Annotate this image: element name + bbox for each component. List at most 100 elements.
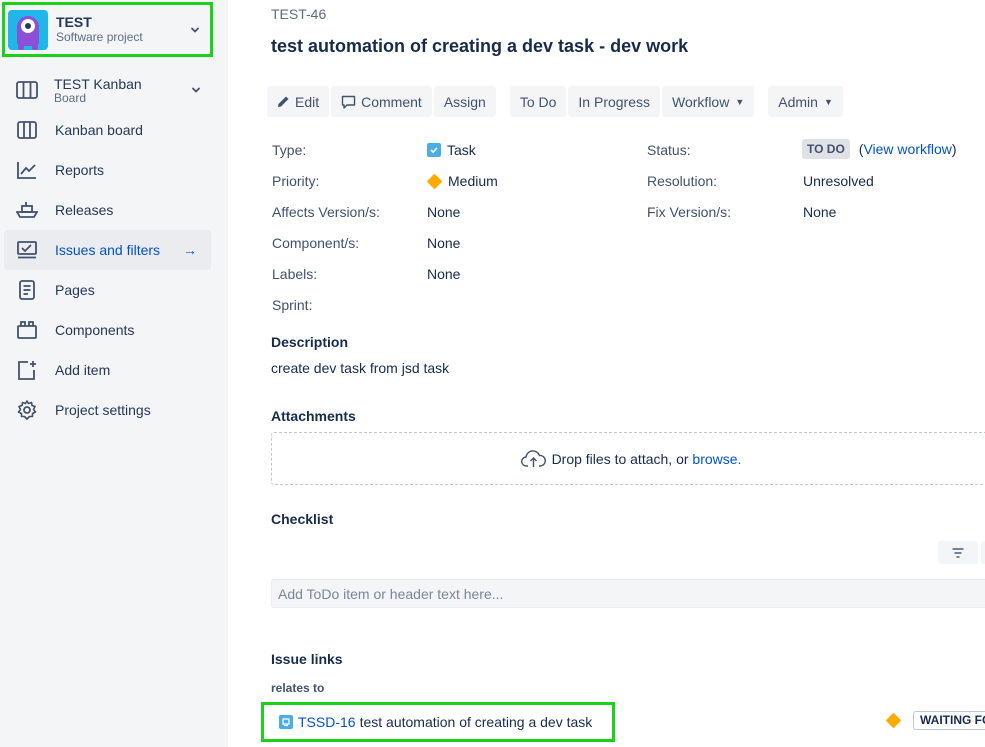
type-value: Task <box>427 140 476 160</box>
sidebar-item-label: Project settings <box>55 402 151 418</box>
priority-medium-icon <box>426 173 443 189</box>
service-request-icon <box>279 715 293 729</box>
sidebar-item-releases[interactable]: Releases <box>4 190 211 230</box>
sidebar-item-label: Kanban board <box>55 122 143 138</box>
status-value: TO DO (View workflow) <box>802 139 957 159</box>
resolution-value: Unresolved <box>803 173 874 189</box>
linked-issue-summary[interactable]: test automation of creating a dev task <box>360 714 593 730</box>
linked-issue-status-badge: WAITING FOR SUPPORT <box>913 711 985 730</box>
description-heading: Description <box>271 334 349 350</box>
gear-icon <box>16 399 38 421</box>
drop-text: Drop files to attach, or <box>551 450 689 467</box>
browse-link[interactable]: browse. <box>692 451 741 467</box>
edit-label: Edit <box>295 93 320 110</box>
board-switcher[interactable]: TEST Kanban Board <box>4 70 211 110</box>
cloud-upload-icon <box>520 449 546 468</box>
issues-icon <box>16 239 38 261</box>
checklist-add-input[interactable]: Add ToDo item or header text here... <box>271 579 985 608</box>
pages-icon <box>16 279 38 301</box>
sidebar-item-components[interactable]: Components <box>4 310 211 350</box>
in-progress-transition-button[interactable]: In Progress <box>568 86 661 117</box>
attachments-heading: Attachments <box>271 408 356 424</box>
resolution-label: Resolution: <box>647 173 718 189</box>
checklist-filter-button[interactable] <box>938 541 978 564</box>
status-badge: TO DO <box>802 139 850 159</box>
add-item-icon <box>16 359 38 381</box>
comment-button[interactable]: Comment <box>331 86 432 117</box>
sidebar-item-pages[interactable]: Pages <box>4 270 211 310</box>
sidebar-item-label: Components <box>55 322 135 338</box>
sidebar-item-label: Add item <box>55 362 111 378</box>
sidebar-item-issues-and-filters[interactable]: Issues and filters → <box>4 230 211 270</box>
type-text: Task <box>447 142 476 158</box>
link-relation-label: relates to <box>271 681 325 695</box>
components-icon <box>16 319 38 341</box>
project-name: TEST <box>56 14 92 30</box>
priority-value: Medium <box>426 171 498 191</box>
admin-dropdown[interactable]: Admin ▼ <box>768 86 843 117</box>
labels-value: None <box>427 266 461 282</box>
page-title: test automation of creating a dev task -… <box>271 36 689 56</box>
kanban-board-icon <box>16 119 38 141</box>
reports-icon <box>16 159 38 181</box>
comment-icon <box>341 95 356 109</box>
attachment-dropzone[interactable]: Drop files to attach, or browse. <box>271 432 985 485</box>
pencil-icon <box>277 95 290 108</box>
status-label: Status: <box>647 142 691 158</box>
edit-button[interactable]: Edit <box>267 86 330 117</box>
sidebar-item-kanban-board[interactable]: Kanban board <box>4 110 211 150</box>
type-label: Type: <box>272 142 307 158</box>
sidebar-item-project-settings[interactable]: Project settings <box>4 390 211 430</box>
task-icon <box>427 143 441 157</box>
admin-label: Admin <box>778 93 818 110</box>
linked-issue-key[interactable]: TSSD-16 <box>298 714 356 730</box>
workflow-dropdown[interactable]: Workflow ▼ <box>662 86 755 117</box>
priority-label: Priority: <box>272 173 320 189</box>
priority-medium-icon <box>885 712 902 729</box>
checklist-heading: Checklist <box>271 511 334 527</box>
sidebar-item-label: Releases <box>55 202 114 218</box>
releases-icon <box>16 199 38 221</box>
project-type: Software project <box>56 30 143 44</box>
sidebar: TEST Software project TEST Kanban Board … <box>0 0 228 747</box>
project-avatar <box>8 9 48 50</box>
filter-icon <box>952 547 964 558</box>
chevron-down-icon <box>191 27 199 33</box>
fix-version-label: Fix Version/s: <box>647 204 732 220</box>
sidebar-item-label: Issues and filters <box>55 242 161 258</box>
board-name: TEST Kanban <box>54 75 142 92</box>
issue-links-heading: Issue links <box>271 651 343 667</box>
chevron-down-icon: ▼ <box>735 96 745 107</box>
todo-transition-button[interactable]: To Do <box>509 86 567 117</box>
linked-issue[interactable]: TSSD-16 test automation of creating a de… <box>261 702 615 742</box>
sidebar-item-add-item[interactable]: Add item <box>4 350 211 390</box>
project-switcher[interactable]: TEST Software project <box>2 2 213 57</box>
issue-toolbar: Edit Comment Assign To Do In Progress Wo… <box>267 86 845 117</box>
chevron-down-icon: ▼ <box>823 96 833 107</box>
issue-key[interactable]: TEST-46 <box>271 6 326 22</box>
board-sub: Board <box>54 90 87 105</box>
affects-version-label: Affects Version/s: <box>272 204 380 220</box>
sprint-label: Sprint: <box>272 297 313 313</box>
component-value: None <box>427 235 461 251</box>
board-icon <box>16 81 38 99</box>
workflow-label: Workflow <box>672 93 730 110</box>
affects-version-value: None <box>427 204 461 220</box>
description-text[interactable]: create dev task from jsd task <box>271 360 449 376</box>
sidebar-item-label: Reports <box>55 162 105 178</box>
issue-view: TEST-46 test automation of creating a de… <box>228 0 985 747</box>
comment-label: Comment <box>361 93 422 110</box>
fix-version-value: None <box>803 204 837 220</box>
assign-button[interactable]: Assign <box>433 86 496 117</box>
view-workflow-close: ) <box>951 141 957 157</box>
chevron-down-icon <box>192 87 200 93</box>
sidebar-nav: Kanban board Reports Releases Issues and… <box>4 110 211 430</box>
component-label: Component/s: <box>272 235 360 251</box>
arrow-right-icon: → <box>183 242 197 258</box>
labels-label: Labels: <box>272 266 318 282</box>
view-workflow-link[interactable]: View workflow <box>863 139 951 159</box>
sidebar-item-reports[interactable]: Reports <box>4 150 211 190</box>
sidebar-item-label: Pages <box>55 282 95 298</box>
checklist-options-button[interactable] <box>981 541 985 564</box>
priority-text: Medium <box>448 173 498 189</box>
